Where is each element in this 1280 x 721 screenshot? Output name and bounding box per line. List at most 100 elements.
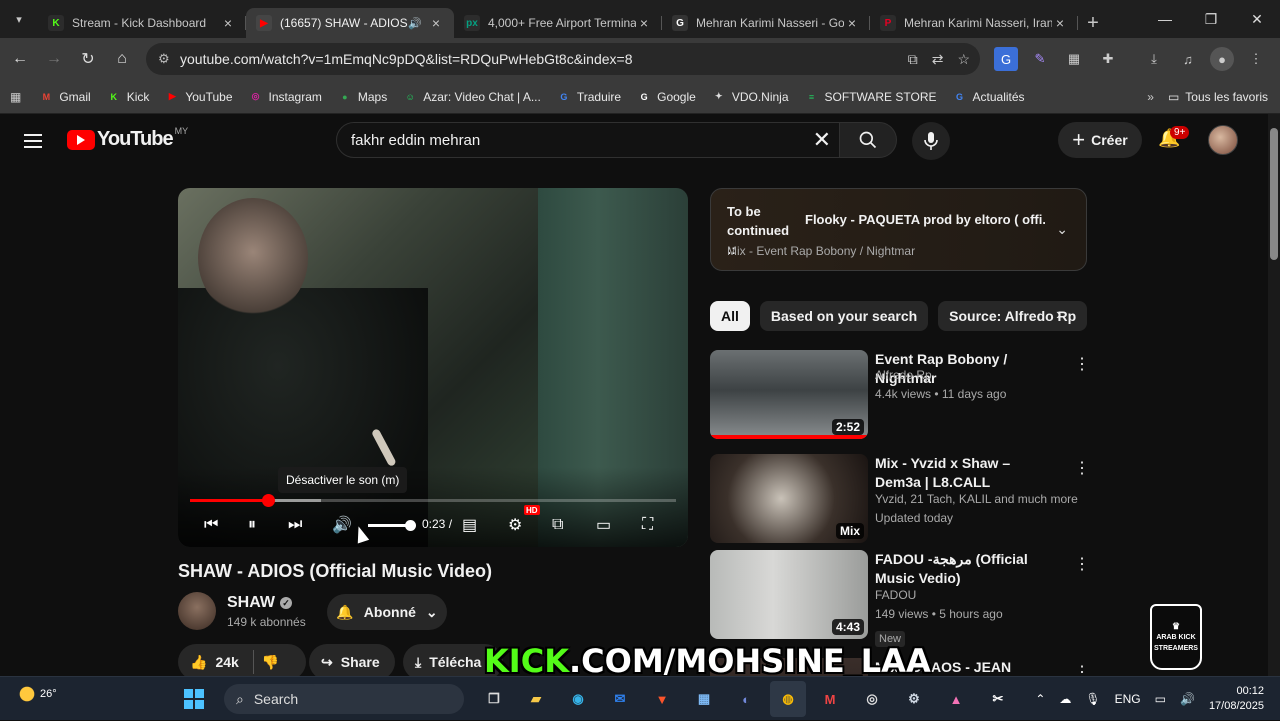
- recommendation-item[interactable]: 4:43 FADOU -مرهجة (Official Music Vedio) F…: [710, 550, 1090, 647]
- steam-icon[interactable]: ⚙: [896, 681, 932, 717]
- install-icon[interactable]: ⧉: [908, 51, 918, 68]
- clock[interactable]: 00:12 17/08/2025: [1209, 684, 1264, 714]
- new-tab-button[interactable]: +: [1078, 8, 1108, 38]
- download-icon[interactable]: ⤓: [1142, 47, 1166, 71]
- pause-icon[interactable]: ⏸: [248, 513, 256, 537]
- chrome-icon[interactable]: ◍: [770, 681, 806, 717]
- site-info-icon[interactable]: ⚙: [158, 51, 178, 67]
- more-options-icon[interactable]: ⋮: [1074, 354, 1090, 374]
- translate-icon[interactable]: ⇄: [932, 51, 944, 68]
- youtube-logo[interactable]: YouTube MY: [67, 126, 188, 151]
- channel-name[interactable]: SHAW ✓: [227, 594, 292, 612]
- voice-search-button[interactable]: [912, 122, 950, 160]
- bookmark-item[interactable]: ☺ Azar: Video Chat | A...: [403, 90, 541, 104]
- clear-search-icon[interactable]: ✕: [813, 127, 831, 153]
- store-icon[interactable]: ▦: [686, 681, 722, 717]
- filter-chip[interactable]: All: [710, 301, 750, 331]
- channel-avatar[interactable]: [178, 592, 216, 630]
- search-button[interactable]: [839, 122, 897, 158]
- recommendation-title[interactable]: Mix - Yvzid x Shaw – Dem3a | L8.CALL: [875, 454, 1055, 492]
- filter-chip[interactable]: Source: Alfredo Rp: [938, 301, 1088, 331]
- apps-grid-icon[interactable]: ▦: [10, 90, 21, 104]
- account-avatar[interactable]: [1208, 125, 1238, 155]
- progress-bar[interactable]: [190, 494, 676, 507]
- fullscreen-icon[interactable]: ⛶: [642, 513, 653, 537]
- discord-icon[interactable]: ◐: [728, 681, 764, 717]
- autoplay-up-next[interactable]: To be continued :: Flooky - PAQUETA prod…: [710, 188, 1087, 271]
- dislike-icon[interactable]: 👎: [262, 654, 279, 671]
- monitor-icon[interactable]: ▭: [1155, 692, 1166, 706]
- bookmark-item[interactable]: G Google: [637, 90, 696, 104]
- home-icon[interactable]: ⌂: [105, 42, 139, 76]
- create-button[interactable]: + Créer: [1058, 122, 1142, 158]
- more-options-icon[interactable]: ⋮: [1074, 662, 1090, 676]
- bookmark-item[interactable]: G Actualités: [953, 90, 1025, 104]
- recommendation-title[interactable]: FADOU -مرهجة (Official Music Vedio): [875, 550, 1055, 588]
- settings-gear-icon[interactable]: ⚙: [508, 513, 522, 537]
- video-player[interactable]: [178, 188, 688, 547]
- grid-extension-icon[interactable]: ▦: [1062, 47, 1086, 71]
- filter-chip[interactable]: Based on your search: [759, 301, 929, 331]
- pen-extension-icon[interactable]: ✎: [1028, 47, 1052, 71]
- input-language[interactable]: ENG: [1115, 692, 1141, 706]
- scrubber-knob[interactable]: [261, 494, 275, 507]
- bookmark-item[interactable]: M Gmail: [39, 90, 91, 104]
- forward-icon[interactable]: →: [37, 42, 71, 76]
- file-explorer-icon[interactable]: ▰: [518, 681, 554, 717]
- recommendation-thumbnail[interactable]: 4:43: [710, 550, 868, 639]
- miniplayer-icon[interactable]: ⧉: [552, 513, 563, 537]
- maximize-icon[interactable]: ❐: [1188, 0, 1234, 38]
- start-windows-icon[interactable]: [176, 681, 212, 717]
- like-icon[interactable]: 👍: [190, 654, 207, 671]
- taskbar-search[interactable]: ⌕ Search: [224, 684, 464, 714]
- menu-kebab-icon[interactable]: ⋮: [1244, 47, 1268, 71]
- volume-icon[interactable]: 🔊: [332, 513, 352, 537]
- browser-tab[interactable]: P Mehran Karimi Nasseri, Irani ×: [870, 8, 1078, 38]
- close-window-icon[interactable]: ✕: [1234, 0, 1280, 38]
- cloud-icon[interactable]: ☁: [1059, 692, 1071, 706]
- prism-icon[interactable]: ▲: [938, 681, 974, 717]
- profile-icon[interactable]: ●: [1210, 47, 1234, 71]
- tab-close-icon[interactable]: ×: [428, 15, 444, 31]
- capcut-icon[interactable]: ✂: [980, 681, 1016, 717]
- bookmark-item[interactable]: ◎ Instagram: [249, 90, 322, 104]
- media-control-icon[interactable]: ♫: [1176, 47, 1200, 71]
- task-view-icon[interactable]: ❐: [476, 681, 512, 717]
- like-count[interactable]: 24k: [215, 654, 238, 670]
- recommendation-item[interactable]: 2:52 Event Rap Bobony / Nightmar Alfredo R…: [710, 350, 1090, 442]
- bookmark-item[interactable]: ● Maps: [338, 90, 387, 104]
- bookmark-item[interactable]: ✦ VDO.Ninja: [712, 90, 788, 104]
- tab-close-icon[interactable]: ×: [636, 15, 652, 31]
- browser-tab[interactable]: G Mehran Karimi Nasseri - Go ×: [662, 8, 870, 38]
- tab-list-chevron-icon[interactable]: ▾: [0, 0, 38, 38]
- bookmark-item[interactable]: ▶ YouTube: [165, 90, 233, 104]
- browser-tab[interactable]: px 4,000+ Free Airport Termina ×: [454, 8, 662, 38]
- bookmark-item[interactable]: ≡ SOFTWARE STORE: [805, 90, 937, 104]
- recommendation-thumbnail[interactable]: 2:52: [710, 350, 868, 439]
- speaker-icon[interactable]: 🔊: [1180, 692, 1195, 706]
- all-bookmarks-folder[interactable]: ▭ Tous les favoris: [1168, 90, 1268, 104]
- translate-extension-icon[interactable]: G: [994, 47, 1018, 71]
- chips-next-icon[interactable]: ›: [1056, 306, 1061, 324]
- browser-tab[interactable]: K Stream - Kick Dashboard ×: [38, 8, 246, 38]
- volume-slider[interactable]: [368, 520, 416, 531]
- page-scrollbar[interactable]: [1268, 114, 1280, 676]
- subscribed-button[interactable]: 🔔 Abonné ⌄: [327, 594, 447, 630]
- hamburger-menu-icon[interactable]: [24, 130, 42, 152]
- back-icon[interactable]: ←: [3, 42, 37, 76]
- outlook-icon[interactable]: ✉: [602, 681, 638, 717]
- bookmark-star-icon[interactable]: ☆: [957, 51, 970, 68]
- search-input[interactable]: fakhr eddin mehran ✕: [336, 122, 840, 158]
- reload-icon[interactable]: ↻: [71, 42, 105, 76]
- share-button[interactable]: ↪ Share: [309, 644, 395, 676]
- edge-icon[interactable]: ◉: [560, 681, 596, 717]
- browser-tab[interactable]: ▶ (16657) SHAW - ADIOS (🔊 ×: [246, 8, 454, 38]
- recommendation-item[interactable]: Mix Mix - Yvzid x Shaw – Dem3a | L8.CALL Y…: [710, 454, 1090, 546]
- expand-chevron-icon[interactable]: ⌄: [1056, 221, 1068, 238]
- obs-icon[interactable]: ◎: [854, 681, 890, 717]
- subtitles-icon[interactable]: ▤: [462, 513, 477, 537]
- tab-close-icon[interactable]: ×: [844, 15, 860, 31]
- recommendation-thumbnail[interactable]: Mix: [710, 454, 868, 543]
- previous-icon[interactable]: ⏮: [204, 513, 218, 537]
- minimize-icon[interactable]: —: [1142, 0, 1188, 38]
